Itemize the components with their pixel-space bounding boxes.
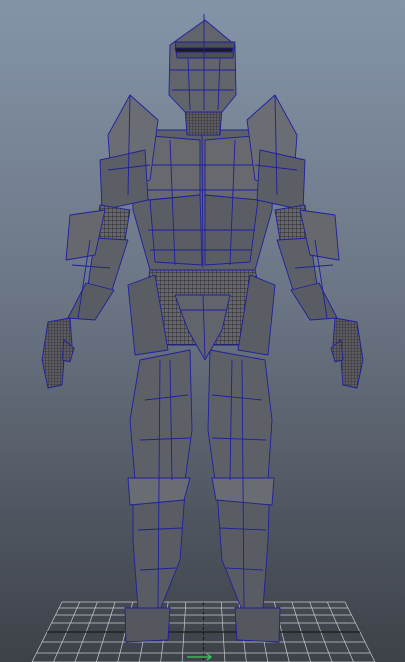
helmet[interactable] [168, 14, 237, 113]
right-hand[interactable] [330, 317, 364, 389]
character-model[interactable] [41, 14, 364, 643]
left-hand[interactable] [41, 317, 75, 389]
axis-arrow-icon [187, 653, 212, 661]
3d-viewport[interactable] [0, 0, 405, 662]
right-arm[interactable] [274, 204, 340, 321]
scene-svg[interactable] [0, 0, 405, 662]
left-arm[interactable] [65, 204, 131, 321]
axis-indicator [185, 652, 215, 662]
right-leg[interactable] [207, 349, 281, 643]
left-leg[interactable] [124, 349, 193, 643]
hip-armor[interactable] [127, 269, 276, 361]
